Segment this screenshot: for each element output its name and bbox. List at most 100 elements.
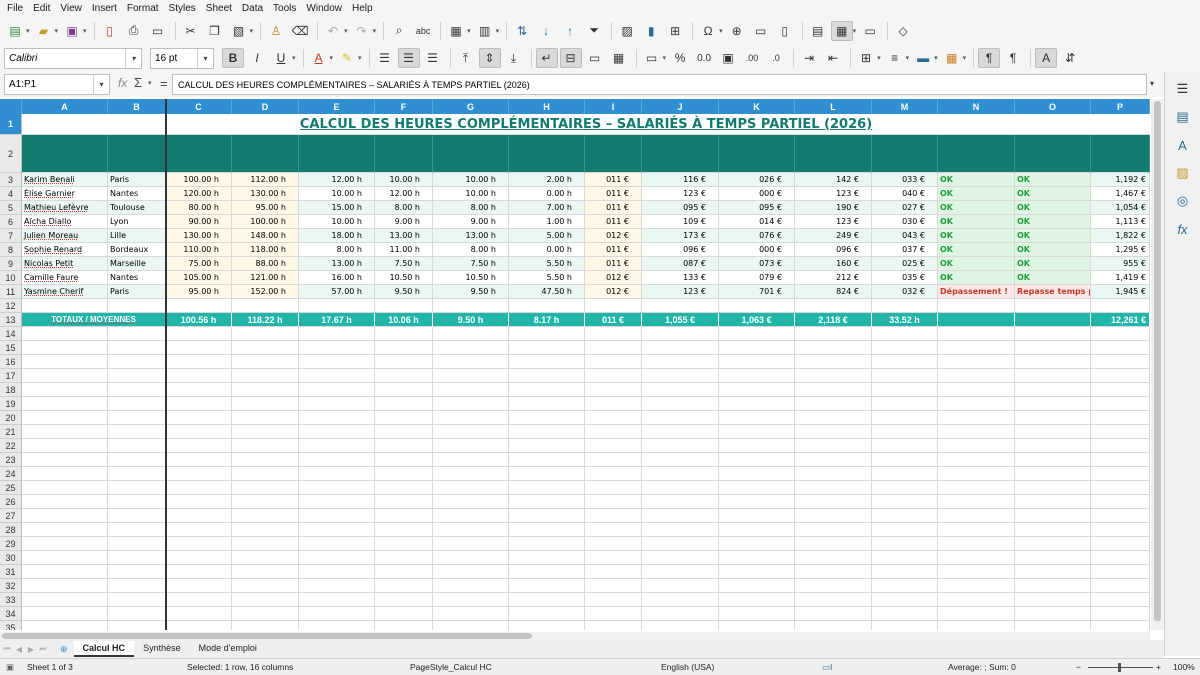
empty-cell[interactable] (509, 523, 585, 537)
empty-cell[interactable] (1091, 299, 1150, 313)
empty-cell[interactable] (872, 453, 938, 467)
cell-f[interactable]: 9.50 h (375, 285, 433, 299)
header-cell[interactable] (642, 135, 719, 173)
total-cell-i[interactable]: 011 € (585, 313, 642, 327)
empty-cell[interactable] (166, 621, 232, 630)
empty-cell[interactable] (375, 369, 433, 383)
border-color-icon[interactable]: ▬ (912, 48, 934, 68)
empty-cell[interactable] (375, 383, 433, 397)
cell-c[interactable]: 120.00 h (166, 187, 232, 201)
empty-cell[interactable] (433, 299, 509, 313)
empty-cell[interactable] (108, 453, 166, 467)
empty-cell[interactable] (1015, 495, 1091, 509)
empty-cell[interactable] (108, 425, 166, 439)
cell-o[interactable]: OK (1015, 201, 1091, 215)
cell-l[interactable]: 142 € (795, 173, 872, 187)
empty-cell[interactable] (938, 299, 1015, 313)
navigator-icon[interactable]: ◎ (1172, 190, 1194, 212)
clone-formatting-icon[interactable]: ♙ (265, 21, 287, 41)
sum-icon[interactable]: Σ (134, 75, 142, 90)
empty-cell[interactable] (433, 411, 509, 425)
empty-cell[interactable] (585, 369, 642, 383)
empty-cell[interactable] (375, 579, 433, 593)
empty-cell[interactable] (166, 551, 232, 565)
cell-o[interactable]: OK (1015, 271, 1091, 285)
row-header[interactable]: 33 (0, 593, 22, 607)
empty-cell[interactable] (299, 593, 375, 607)
empty-cell[interactable] (872, 593, 938, 607)
vertical-scroll-thumb[interactable] (1154, 101, 1161, 621)
chevron-down-icon[interactable]: ▾ (125, 48, 141, 68)
empty-cell[interactable] (232, 383, 299, 397)
header-cell[interactable] (938, 135, 1015, 173)
empty-cell[interactable] (1015, 327, 1091, 341)
empty-cell[interactable] (166, 425, 232, 439)
empty-cell[interactable] (509, 341, 585, 355)
percent-format-icon[interactable]: % (669, 48, 691, 68)
empty-cell[interactable] (108, 355, 166, 369)
empty-cell[interactable] (938, 537, 1015, 551)
empty-cell[interactable] (232, 495, 299, 509)
cell-n[interactable]: OK (938, 229, 1015, 243)
empty-cell[interactable] (22, 397, 108, 411)
empty-cell[interactable] (719, 439, 795, 453)
headers-footers-icon[interactable]: ▯ (774, 21, 796, 41)
empty-cell[interactable] (585, 509, 642, 523)
empty-cell[interactable] (108, 579, 166, 593)
empty-cell[interactable] (642, 565, 719, 579)
increase-indent-icon[interactable]: ⇥ (798, 48, 820, 68)
empty-cell[interactable] (795, 509, 872, 523)
column-header-j[interactable]: J (642, 99, 719, 114)
empty-cell[interactable] (375, 453, 433, 467)
empty-cell[interactable] (166, 537, 232, 551)
empty-cell[interactable] (938, 411, 1015, 425)
empty-cell[interactable] (795, 579, 872, 593)
menu-insert[interactable]: Insert (87, 3, 122, 14)
empty-cell[interactable] (1091, 425, 1150, 439)
cell-d[interactable]: 152.00 h (232, 285, 299, 299)
cell-j[interactable]: 123 € (642, 187, 719, 201)
total-cell-f[interactable]: 10.06 h (375, 313, 433, 327)
empty-cell[interactable] (719, 537, 795, 551)
cell-d[interactable]: 148.00 h (232, 229, 299, 243)
empty-cell[interactable] (166, 481, 232, 495)
empty-cell[interactable] (938, 383, 1015, 397)
empty-cell[interactable] (509, 439, 585, 453)
cell-e[interactable]: 16.00 h (299, 271, 375, 285)
empty-cell[interactable] (795, 397, 872, 411)
empty-cell[interactable] (1015, 439, 1091, 453)
cell-h[interactable]: 0.00 h (509, 243, 585, 257)
empty-cell[interactable] (232, 523, 299, 537)
cell-c[interactable]: 75.00 h (166, 257, 232, 271)
borders-icon[interactable]: ⊞ (855, 48, 877, 68)
empty-cell[interactable] (232, 551, 299, 565)
empty-cell[interactable] (1091, 607, 1150, 621)
empty-cell[interactable] (232, 467, 299, 481)
cell-c[interactable]: 95.00 h (166, 285, 232, 299)
empty-cell[interactable] (375, 411, 433, 425)
empty-cell[interactable] (719, 551, 795, 565)
cell-n[interactable]: OK (938, 201, 1015, 215)
first-sheet-icon[interactable]: ⏮ (2, 643, 12, 655)
empty-cell[interactable] (433, 537, 509, 551)
empty-cell[interactable] (1091, 537, 1150, 551)
cell-c[interactable]: 130.00 h (166, 229, 232, 243)
cell-h[interactable]: 5.50 h (509, 257, 585, 271)
zoom-slider-knob[interactable] (1118, 663, 1121, 672)
font-name-box[interactable]: Calibri ▾ (4, 47, 142, 69)
cell-k[interactable]: 073 € (719, 257, 795, 271)
empty-cell[interactable] (872, 607, 938, 621)
sort-descending-icon[interactable]: ↑ (559, 21, 581, 41)
empty-cell[interactable] (1015, 509, 1091, 523)
empty-cell[interactable] (22, 411, 108, 425)
empty-cell[interactable] (938, 453, 1015, 467)
save-icon[interactable]: ▣ (61, 21, 83, 41)
empty-cell[interactable] (872, 621, 938, 630)
total-cell-k[interactable]: 1,063 € (719, 313, 795, 327)
empty-cell[interactable] (1091, 579, 1150, 593)
sheet-tab[interactable]: Synthèse (134, 641, 190, 657)
cell-p[interactable]: 1,822 € (1091, 229, 1150, 243)
total-cell-d[interactable]: 118.22 h (232, 313, 299, 327)
empty-cell[interactable] (642, 369, 719, 383)
cell-h[interactable]: 2.00 h (509, 173, 585, 187)
